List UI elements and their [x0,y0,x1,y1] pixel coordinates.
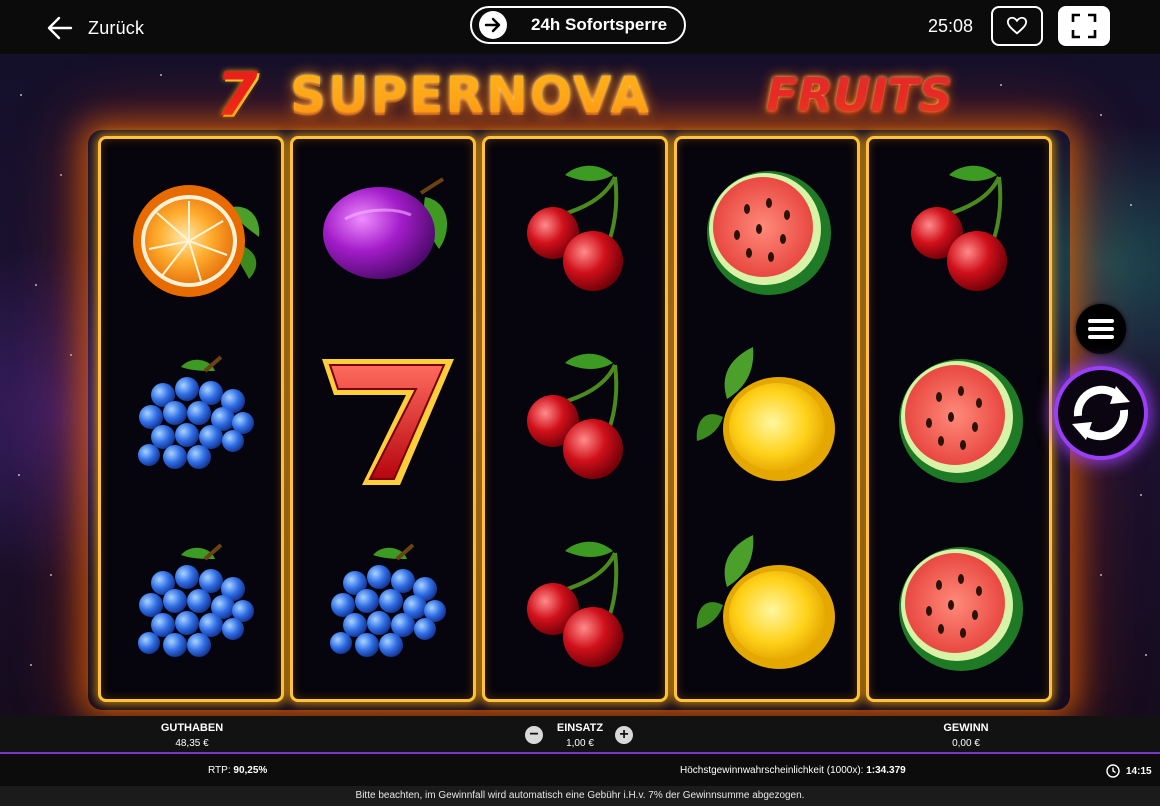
back-button[interactable]: Zurück [46,14,144,42]
logo-supernova: SUPERNOVA [290,66,651,124]
game-clock: 14:15 [1106,764,1152,778]
rtp-value: 90,25% [233,765,268,776]
hamburger-menu-icon [1088,319,1114,339]
seven-icon [299,337,469,497]
reel-1 [98,136,284,702]
lemon-icon [687,525,847,685]
balance-label: GUTHABEN [160,722,224,734]
logo-seven: 7 [216,60,258,130]
clock-time: 14:15 [1126,765,1152,777]
reel-4 [674,136,860,702]
game-menu-button[interactable] [1076,304,1126,354]
spin-button[interactable] [1054,366,1148,460]
orange-icon [111,149,271,309]
clock-icon [1106,764,1120,778]
win-value: 0,00 € [952,738,980,749]
balance-value: 48,35 € [175,738,209,749]
rtp-label: RTP: [208,765,231,776]
grapes-icon [303,525,463,685]
arrow-right-circle-icon [479,11,507,39]
probability-value: 1:34.379 [866,765,906,776]
game-area: 7 SUPERNOVA FRUITS [0,54,1160,716]
lemon-icon [687,337,847,497]
logo-fruits: FRUITS [766,68,952,122]
max-win-probability: Höchstgewinnwahrscheinlichkeit (1000x): … [680,765,906,776]
reel-3 [482,136,668,702]
cherry-icon [495,337,655,497]
increase-stake-button[interactable]: + [615,726,633,744]
watermelon-icon [879,337,1039,497]
back-label: Zurück [88,17,145,38]
favorite-button[interactable] [991,6,1043,46]
reel-5 [866,136,1052,702]
reel-2 [290,136,476,702]
bet-panel: GUTHABEN 48,35 € − EINSATZ 1,00 € + GEWI… [0,716,1160,754]
cherry-icon [495,525,655,685]
arrow-left-icon [47,16,73,40]
game-logo: 7 SUPERNOVA FRUITS [210,58,970,130]
heart-icon [1006,16,1028,35]
watermelon-icon [879,525,1039,685]
grapes-icon [111,337,271,497]
info-bar: RTP: 90,25% Höchstgewinnwahrscheinlichke… [0,754,1160,786]
fullscreen-icon [1071,13,1097,39]
probability-label: Höchstgewinnwahrscheinlichkeit (1000x): [680,765,864,776]
plum-icon [303,149,463,309]
self-ban-button[interactable]: 24h Sofortsperre [470,6,686,44]
cherry-icon [495,149,655,309]
self-ban-label: 24h Sofortsperre [531,15,668,34]
rtp-info: RTP: 90,25% [208,765,267,776]
watermelon-icon [687,149,847,309]
fee-notice: Bitte beachten, im Gewinnfall wird autom… [0,786,1160,806]
grapes-icon [111,525,271,685]
stake-value: 1,00 € [566,738,594,749]
spin-arrows-icon [1072,385,1130,441]
session-timer: 25:08 [928,16,974,36]
stake-label: EINSATZ [556,722,604,734]
fullscreen-button[interactable] [1058,6,1110,46]
cherry-icon [879,149,1039,309]
top-bar: Zurück 24h Sofortsperre 25:08 [0,0,1160,54]
win-label: GEWINN [943,722,989,734]
